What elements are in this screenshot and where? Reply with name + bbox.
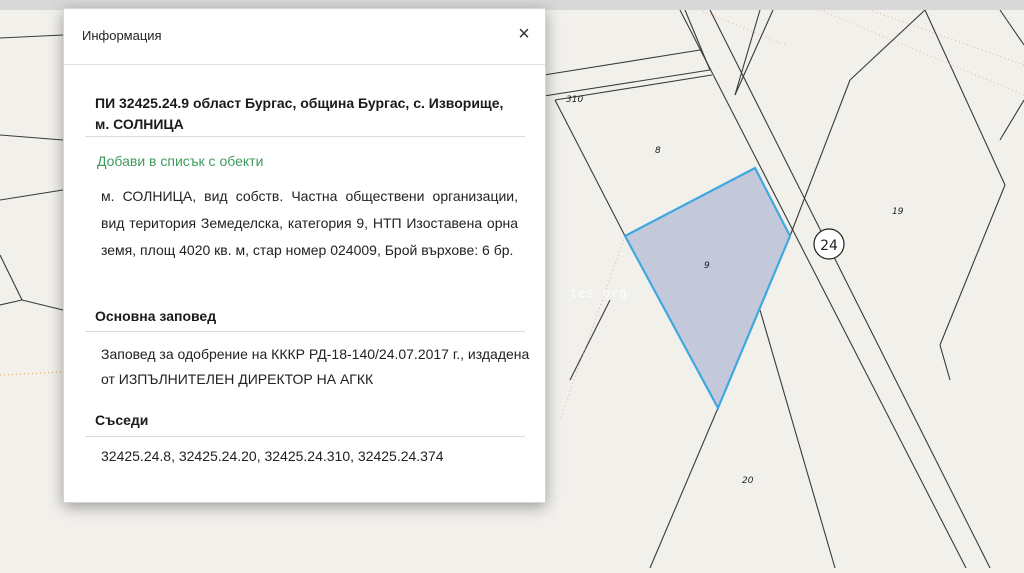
order-text: Заповед за одобрение на КККР РД-18-140/2… xyxy=(101,346,530,387)
add-to-list-link[interactable]: Добави в списък с обекти xyxy=(97,153,263,169)
parcel-label-20: 20 xyxy=(742,476,754,486)
parcel-label-310: 310 xyxy=(566,95,583,105)
parcel-label-19: 19 xyxy=(892,207,904,217)
divider xyxy=(85,136,525,137)
divider xyxy=(85,331,525,332)
info-panel: Информация × ПИ 32425.24.9 област Бургас… xyxy=(63,8,546,503)
close-icon[interactable]: × xyxy=(513,21,535,47)
order-heading: Основна заповед xyxy=(95,308,217,324)
road-badge-label: 24 xyxy=(820,238,838,254)
panel-title: Информация xyxy=(82,28,162,43)
neighbors-heading: Съседи xyxy=(95,412,149,428)
panel-header: Информация × xyxy=(64,9,545,65)
parcel-label-8: 8 xyxy=(655,146,661,156)
parcel-description: м. СОЛНИЦА, вид собств. Частна обществен… xyxy=(101,188,518,258)
divider xyxy=(85,436,525,437)
parcel-title: ПИ 32425.24.9 област Бургас, община Бург… xyxy=(95,95,504,132)
neighbors-list: 32425.24.8, 32425.24.20, 32425.24.310, 3… xyxy=(101,448,444,464)
parcel-label-9: 9 xyxy=(704,261,710,271)
watermark: tes.org xyxy=(570,286,628,300)
